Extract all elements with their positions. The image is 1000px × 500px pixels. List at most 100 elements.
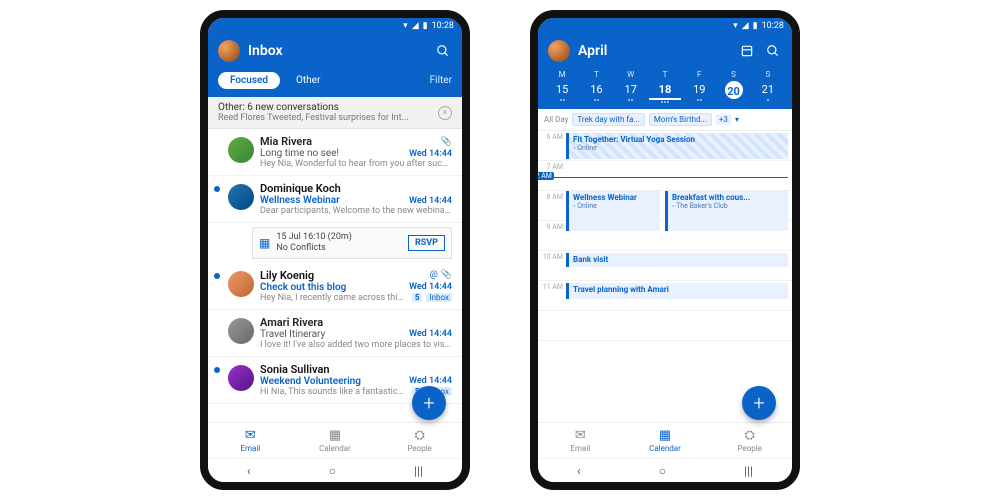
subject: Long time no see!	[260, 148, 409, 159]
hour-label	[538, 311, 566, 340]
agenda-icon[interactable]	[738, 42, 756, 60]
nav-people[interactable]: ⛭ People	[707, 423, 792, 458]
search-icon[interactable]	[764, 42, 782, 60]
sender-avatar	[228, 184, 254, 210]
hour-label: 6 AM	[538, 131, 566, 160]
nav-email[interactable]: ✉ Email	[208, 423, 293, 458]
wifi-icon: ▾	[403, 21, 408, 31]
day-column[interactable]: F 19	[683, 70, 715, 103]
android-nav: ‹ ○ |||	[208, 458, 462, 482]
message-item[interactable]: Lily Koenig @ 📎 Check out this blog Wed …	[208, 263, 462, 310]
event-title: Travel planning with Amari	[573, 285, 784, 294]
day-column[interactable]: S 21	[752, 70, 784, 103]
day-column[interactable]: W 17	[615, 70, 647, 103]
day-column[interactable]: T 16	[580, 70, 612, 103]
search-icon[interactable]	[434, 42, 452, 60]
folder-badge: Inbox	[426, 293, 452, 302]
filter-button[interactable]: Filter	[430, 75, 452, 86]
bottom-nav: ✉ Email ▦ Calendar ⛭ People	[538, 422, 792, 458]
event-title: Fit Together: Virtual Yoga Session	[573, 135, 784, 144]
tab-other[interactable]: Other	[288, 72, 328, 89]
sender-avatar	[228, 365, 254, 391]
phone-calendar: ▾ ◢ ▮ 10:28 April M 15 T 16 W 17	[530, 10, 800, 490]
message-item[interactable]: Dominique Koch Wellness Webinar Wed 14:4…	[208, 176, 462, 223]
status-time: 10:28	[762, 21, 784, 31]
day-column[interactable]: S 20	[717, 70, 749, 103]
wifi-icon: ▾	[733, 21, 738, 31]
unread-indicator	[214, 367, 220, 373]
message-list: Mia Rivera 📎 Long time no see! Wed 14:44…	[208, 129, 462, 422]
allday-event-chip[interactable]: Trek day with fa...	[572, 113, 644, 126]
message-time: Wed 14:44	[409, 282, 452, 292]
avatar[interactable]	[218, 40, 240, 62]
nav-label: Calendar	[649, 444, 681, 453]
calendar-event[interactable]: Fit Together: Virtual Yoga Session ◦ Onl…	[566, 133, 788, 159]
sender-name: Dominique Koch	[260, 182, 452, 195]
message-time: Wed 14:44	[409, 196, 452, 206]
nav-label: People	[737, 444, 761, 453]
back-button[interactable]: ‹	[577, 464, 581, 478]
hour-label: 11 AM	[538, 281, 566, 310]
people-icon: ⛭	[744, 428, 754, 443]
calendar-event[interactable]: Travel planning with Amari	[566, 283, 788, 299]
day-column[interactable]: T 18	[649, 70, 681, 103]
message-item[interactable]: Mia Rivera 📎 Long time no see! Wed 14:44…	[208, 129, 462, 176]
email-icon: ✉	[245, 428, 256, 443]
home-button[interactable]: ○	[329, 464, 336, 478]
nav-email[interactable]: ✉ Email	[538, 423, 623, 458]
event-title: Breakfast with cous...	[672, 193, 784, 202]
home-button[interactable]: ○	[659, 464, 666, 478]
unread-indicator	[214, 273, 220, 279]
calendar-event[interactable]: Wellness Webinar ◦ Online	[566, 191, 660, 231]
rsvp-button[interactable]: RSVP	[408, 235, 445, 251]
page-title: Inbox	[248, 43, 426, 59]
calendar-icon: ▦	[329, 428, 341, 443]
attachment-icon: 📎	[441, 137, 452, 147]
other-sub: Reed Flores Tweeted, Festival surprises …	[218, 113, 438, 123]
message-item[interactable]: Amari Rivera Travel Itinerary Wed 14:44 …	[208, 310, 462, 357]
chevron-down-icon[interactable]: ▾	[735, 115, 739, 124]
other-summary[interactable]: Other: 6 new conversations Reed Flores T…	[208, 97, 462, 129]
thread-count: 5	[412, 293, 423, 302]
rsvp-conflict: No Conflicts	[276, 243, 402, 254]
sender-avatar	[228, 318, 254, 344]
preview-text: Hey Nia, I recently came across this…	[260, 293, 408, 303]
day-column[interactable]: M 15	[546, 70, 578, 103]
email-icon: ✉	[575, 428, 586, 443]
avatar[interactable]	[548, 40, 570, 62]
nav-calendar[interactable]: ▦ Calendar	[623, 423, 708, 458]
nav-people[interactable]: ⛭ People	[377, 423, 462, 458]
battery-icon: ▮	[423, 21, 428, 31]
new-event-fab[interactable]: +	[742, 386, 776, 420]
rsvp-card: ▦ 15 Jul 16:10 (20m) No Conflicts RSVP	[252, 227, 452, 259]
inbox-tabs: Focused Other Filter	[208, 68, 462, 97]
tab-focused[interactable]: Focused	[218, 72, 280, 89]
event-location: The Baker's Club	[676, 202, 728, 210]
calendar-event[interactable]: Breakfast with cous... ◦ The Baker's Clu…	[665, 191, 788, 231]
hour-label: 8 AM	[538, 191, 566, 220]
attachment-icon: 📎	[441, 270, 452, 280]
compose-fab[interactable]: +	[412, 386, 446, 420]
allday-event-chip[interactable]: Mom's Birthd...	[649, 113, 712, 126]
nav-calendar[interactable]: ▦ Calendar	[293, 423, 378, 458]
back-button[interactable]: ‹	[247, 464, 251, 478]
sender-avatar	[228, 137, 254, 163]
now-time: 7:32 AM	[538, 172, 554, 180]
recents-button[interactable]: |||	[414, 464, 423, 478]
event-title: Wellness Webinar	[573, 193, 656, 202]
sender-name: Mia Rivera	[260, 135, 441, 148]
nav-label: Email	[570, 444, 590, 453]
message-time: Wed 14:44	[409, 149, 452, 159]
recents-button[interactable]: |||	[744, 464, 753, 478]
android-nav: ‹ ○ |||	[538, 458, 792, 482]
nav-label: People	[407, 444, 431, 453]
calendar-event[interactable]: Bank visit	[566, 253, 788, 267]
dismiss-icon[interactable]: ×	[438, 106, 452, 120]
allday-more[interactable]: +3	[716, 114, 731, 125]
preview-text: Hi Nia, This sounds like a fantastic…	[260, 387, 408, 397]
message-time: Wed 14:44	[409, 376, 452, 386]
message-time: Wed 14:44	[409, 329, 452, 339]
calendar-timeline[interactable]: 6 AM 7 AM 8 AM 9 AM 10 AM 11 AM Fit Toge…	[538, 131, 792, 422]
preview-text: Hey Nia, Wonderful to hear from you afte…	[260, 159, 452, 169]
hour-label: 10 AM	[538, 251, 566, 280]
